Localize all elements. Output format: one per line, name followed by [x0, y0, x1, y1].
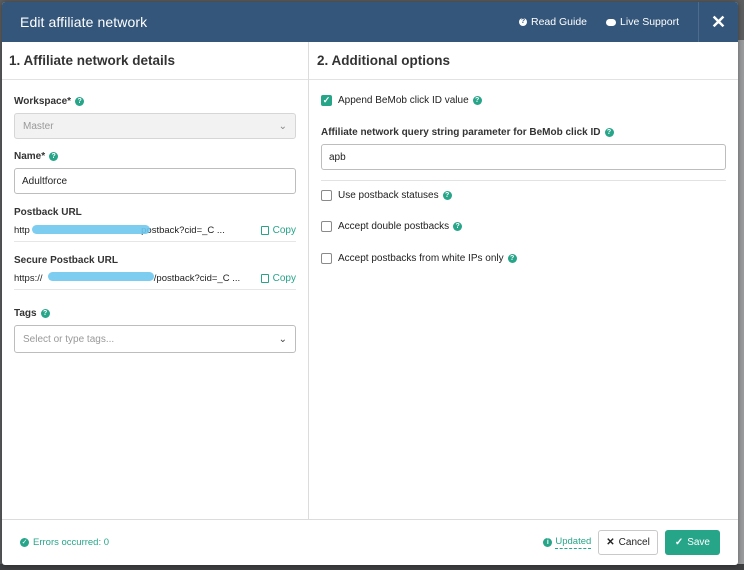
- close-icon: ✕: [710, 11, 727, 32]
- accept-double-postbacks-row[interactable]: Accept double postbacks ?: [321, 221, 726, 232]
- tags-label: Tags ?: [14, 308, 296, 319]
- append-click-id-checkbox-row[interactable]: ✓ Append BeMob click ID value ?: [321, 95, 726, 106]
- use-postback-statuses-label: Use postback statuses: [338, 190, 439, 201]
- accept-double-postbacks-label: Accept double postbacks: [338, 221, 450, 232]
- copy-secure-postback-button[interactable]: Copy: [260, 273, 296, 284]
- workspace-label: Workspace* ?: [14, 96, 296, 107]
- copy-label: Copy: [272, 273, 296, 284]
- white-ips-only-checkbox[interactable]: [321, 253, 332, 264]
- close-icon: ✕: [606, 537, 615, 548]
- redaction-mark: [32, 225, 150, 234]
- details-section-title: 1. Affiliate network details: [2, 42, 308, 80]
- live-support-label: Live Support: [620, 16, 679, 28]
- postback-url-label: Postback URL: [14, 207, 296, 218]
- use-postback-statuses-checkbox[interactable]: [321, 190, 332, 201]
- redaction-mark: [48, 272, 154, 281]
- errors-status: ✓ Errors occurred: 0: [2, 537, 543, 548]
- help-icon[interactable]: ?: [507, 254, 517, 263]
- accept-double-postbacks-checkbox[interactable]: [321, 221, 332, 232]
- modal-title: Edit affiliate network: [20, 14, 148, 30]
- query-param-field[interactable]: apb: [321, 144, 726, 170]
- workspace-select: Master ⌄: [14, 113, 296, 139]
- details-column: 1. Affiliate network details Workspace* …: [2, 42, 309, 519]
- append-click-id-checkbox[interactable]: ✓: [321, 95, 332, 106]
- help-icon[interactable]: ?: [472, 96, 482, 105]
- name-label-text: Name*: [14, 151, 46, 162]
- check-icon: ✓: [674, 537, 684, 548]
- tags-select[interactable]: Select or type tags... ⌄: [14, 325, 296, 353]
- workspace-value: Master: [23, 120, 54, 132]
- read-guide-link[interactable]: ? Read Guide: [518, 16, 588, 28]
- postback-url-row: http postback?cid=_C ... Copy: [14, 220, 296, 242]
- secure-postback-prefix: https://: [14, 273, 43, 284]
- save-label: Save: [687, 537, 710, 548]
- check-circle-icon: ✓: [20, 538, 29, 547]
- white-ips-only-label: Accept postbacks from white IPs only: [338, 253, 504, 264]
- live-support-link[interactable]: Live Support: [606, 16, 679, 28]
- secure-postback-label-text: Secure Postback URL: [14, 255, 118, 266]
- query-param-label-text: Affiliate network query string parameter…: [321, 127, 601, 138]
- query-param-value: apb: [329, 151, 346, 163]
- use-postback-statuses-row[interactable]: Use postback statuses ?: [321, 190, 726, 201]
- query-param-label: Affiliate network query string parameter…: [321, 127, 726, 138]
- cancel-button[interactable]: ✕ Cancel: [598, 530, 658, 555]
- affiliate-network-modal: Edit affiliate network ? Read Guide Live…: [2, 2, 738, 565]
- copy-icon: [260, 274, 269, 283]
- tags-label-text: Tags: [14, 308, 37, 319]
- updated-link[interactable]: i Updated: [543, 536, 592, 549]
- help-icon[interactable]: ?: [75, 97, 85, 106]
- copy-icon: [260, 226, 269, 235]
- info-icon: i: [543, 538, 553, 547]
- postback-url-suffix: postback?cid=_C ...: [141, 225, 225, 236]
- chevron-down-icon: ⌄: [278, 333, 287, 345]
- workspace-label-text: Workspace*: [14, 96, 72, 107]
- white-ips-only-row[interactable]: Accept postbacks from white IPs only ?: [321, 253, 726, 264]
- postback-url-prefix: http: [14, 225, 30, 236]
- modal-header: Edit affiliate network ? Read Guide Live…: [2, 2, 738, 42]
- secure-postback-url-row: https:// /postback?cid=_C ... Copy: [14, 268, 296, 290]
- errors-text: Errors occurred: 0: [33, 537, 110, 548]
- secure-postback-suffix: /postback?cid=_C ...: [153, 273, 241, 284]
- options-divider: [321, 180, 726, 181]
- help-icon[interactable]: ?: [604, 128, 614, 137]
- tags-placeholder: Select or type tags...: [23, 333, 115, 345]
- postback-url-label-text: Postback URL: [14, 207, 82, 218]
- save-button[interactable]: ✓ Save: [664, 530, 720, 555]
- question-icon: ?: [518, 18, 527, 26]
- cancel-label: Cancel: [618, 537, 650, 548]
- name-label: Name* ?: [14, 151, 296, 162]
- close-button[interactable]: ✕: [698, 2, 738, 42]
- copy-label: Copy: [272, 225, 296, 236]
- read-guide-label: Read Guide: [530, 16, 588, 28]
- options-section-title: 2. Additional options: [309, 42, 738, 80]
- name-field[interactable]: Adultforce: [14, 168, 296, 194]
- updated-label: Updated: [555, 536, 592, 549]
- append-click-id-label: Append BeMob click ID value: [338, 95, 469, 106]
- help-icon[interactable]: ?: [49, 152, 59, 161]
- name-value: Adultforce: [22, 175, 68, 187]
- copy-postback-button[interactable]: Copy: [260, 225, 296, 236]
- chevron-down-icon: ⌄: [278, 120, 287, 132]
- chat-icon: [606, 18, 617, 26]
- modal-footer: ✓ Errors occurred: 0 i Updated ✕ Cancel …: [2, 519, 738, 565]
- help-icon[interactable]: ?: [453, 222, 463, 231]
- options-column: 2. Additional options ✓ Append BeMob cli…: [309, 42, 738, 519]
- help-icon[interactable]: ?: [442, 191, 452, 200]
- secure-postback-url-label: Secure Postback URL: [14, 255, 296, 266]
- help-icon[interactable]: ?: [40, 309, 50, 318]
